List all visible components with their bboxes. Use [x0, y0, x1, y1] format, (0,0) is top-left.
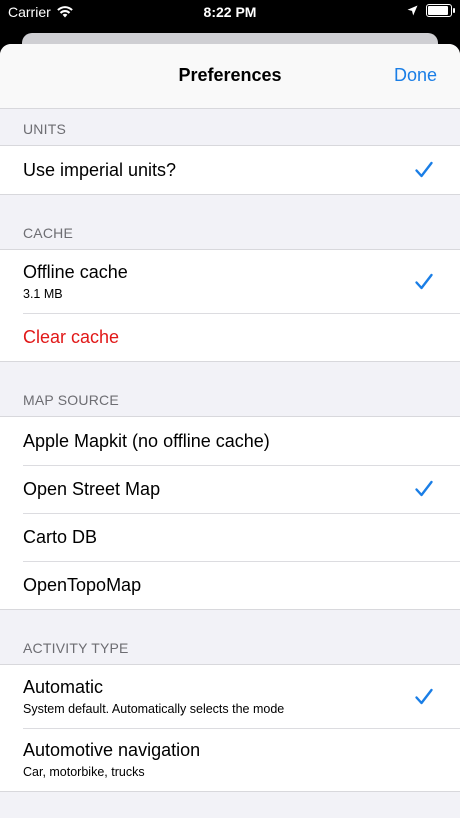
- clear-cache-row[interactable]: Clear cache: [0, 313, 460, 361]
- offline-cache-row[interactable]: Offline cache 3.1 MB: [0, 250, 460, 313]
- offline-cache-size: 3.1 MB: [23, 287, 63, 301]
- section-header-cache: CACHE: [23, 225, 74, 241]
- checkmark-icon: [415, 688, 433, 704]
- imperial-units-row[interactable]: Use imperial units?: [0, 146, 460, 194]
- map-source-label: Carto DB: [23, 526, 98, 547]
- page-title: Preferences: [178, 65, 282, 85]
- activity-type-group: Automatic System default. Automatically …: [0, 664, 460, 792]
- navigation-bar: Preferences Done: [0, 44, 460, 109]
- cache-group: Offline cache 3.1 MB Clear cache: [0, 249, 460, 362]
- map-source-item-carto-db[interactable]: Carto DB: [0, 513, 460, 561]
- location-arrow-icon: [407, 5, 418, 16]
- activity-type-label: Automotive navigation: [23, 740, 201, 760]
- map-source-item-opentopomap[interactable]: OpenTopoMap: [0, 561, 460, 609]
- map-source-label: OpenTopoMap: [23, 574, 142, 595]
- units-group: Use imperial units?: [0, 145, 460, 195]
- checkmark-icon: [415, 273, 433, 289]
- imperial-units-label: Use imperial units?: [23, 159, 177, 180]
- checkmark-icon: [415, 161, 433, 178]
- activity-type-detail: Car, motorbike, trucks: [23, 765, 145, 779]
- map-source-item-apple-mapkit[interactable]: Apple Mapkit (no offline cache): [0, 417, 460, 465]
- offline-cache-label: Offline cache: [23, 262, 128, 282]
- map-source-label: Open Street Map: [23, 478, 161, 499]
- done-button[interactable]: Done: [394, 65, 437, 86]
- map-source-group: Apple Mapkit (no offline cache) Open Str…: [0, 416, 460, 610]
- activity-type-label: Automatic: [23, 677, 104, 697]
- activity-type-item-automatic[interactable]: Automatic System default. Automatically …: [0, 665, 460, 728]
- section-header-map-source: MAP SOURCE: [23, 392, 119, 408]
- activity-type-item-automotive[interactable]: Automotive navigation Car, motorbike, tr…: [0, 728, 460, 791]
- screen: Carrier 8:22 PM Preferences Done UNITS U…: [0, 0, 460, 818]
- status-time: 8:22 PM: [203, 4, 257, 20]
- map-source-item-open-street-map[interactable]: Open Street Map: [0, 465, 460, 513]
- map-source-label: Apple Mapkit (no offline cache): [23, 430, 270, 451]
- checkmark-icon: [415, 480, 433, 497]
- clear-cache-button[interactable]: Clear cache: [23, 327, 437, 348]
- battery-icon: [426, 4, 455, 17]
- status-bar: Carrier 8:22 PM: [0, 0, 460, 26]
- preferences-sheet: Preferences Done UNITS Use imperial unit…: [0, 44, 460, 818]
- status-right: [407, 4, 455, 17]
- section-header-units: UNITS: [23, 121, 66, 137]
- activity-type-detail: System default. Automatically selects th…: [23, 702, 285, 716]
- section-header-activity-type: ACTIVITY TYPE: [23, 640, 129, 656]
